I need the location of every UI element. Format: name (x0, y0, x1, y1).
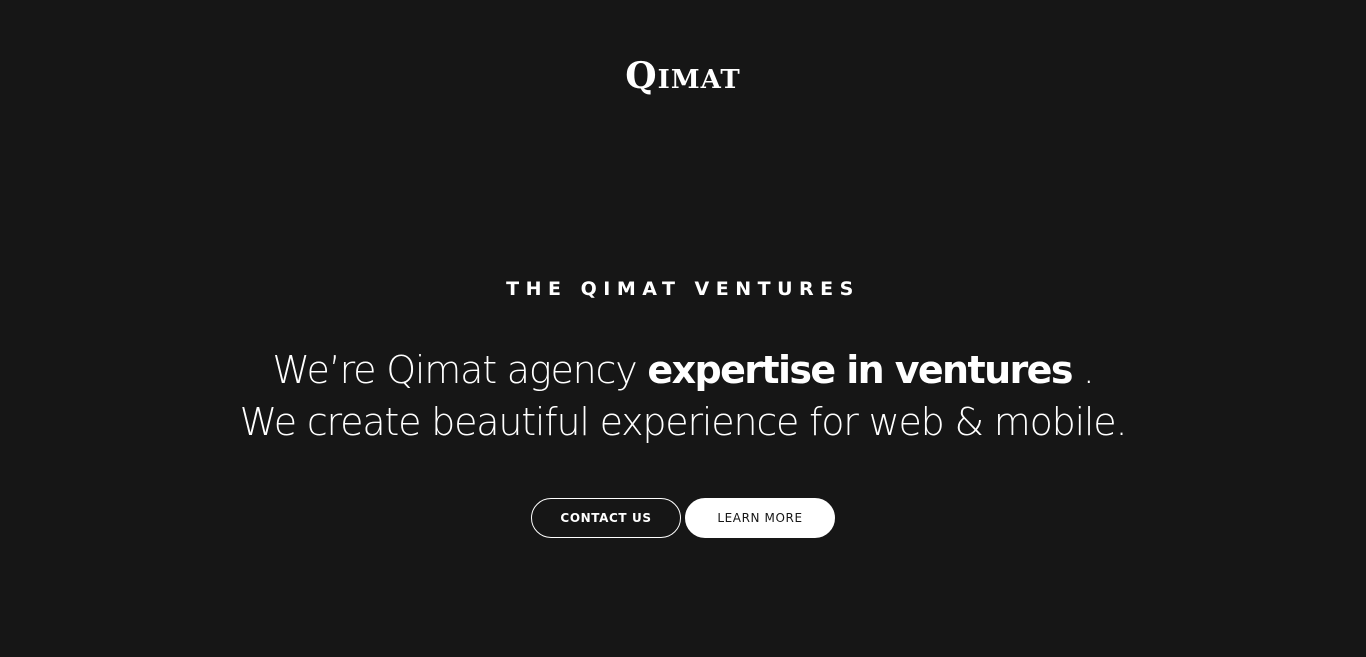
hero-eyebrow: THE QIMAT VENTURES (506, 278, 860, 300)
site-logo[interactable]: QIMAT (0, 56, 1366, 100)
logo-rest: IMAT (657, 65, 741, 95)
hero-actions: CONTACT US LEARN MORE (531, 498, 835, 538)
headline-bold-text: expertise in ventures (647, 348, 1073, 392)
logo-initial: Q (625, 55, 658, 97)
headline-period: . (1071, 348, 1095, 392)
hero-headline: We’re Qimat agency expertise in ventures… (0, 344, 1366, 448)
headline-line-1: We’re Qimat agency expertise in ventures… (0, 344, 1366, 396)
headline-line-2: We create beautiful experience for web &… (239, 400, 1128, 444)
headline-regular-text: We’re Qimat agency (272, 348, 648, 392)
learn-more-button[interactable]: LEARN MORE (685, 498, 835, 538)
contact-us-button[interactable]: CONTACT US (531, 498, 681, 538)
